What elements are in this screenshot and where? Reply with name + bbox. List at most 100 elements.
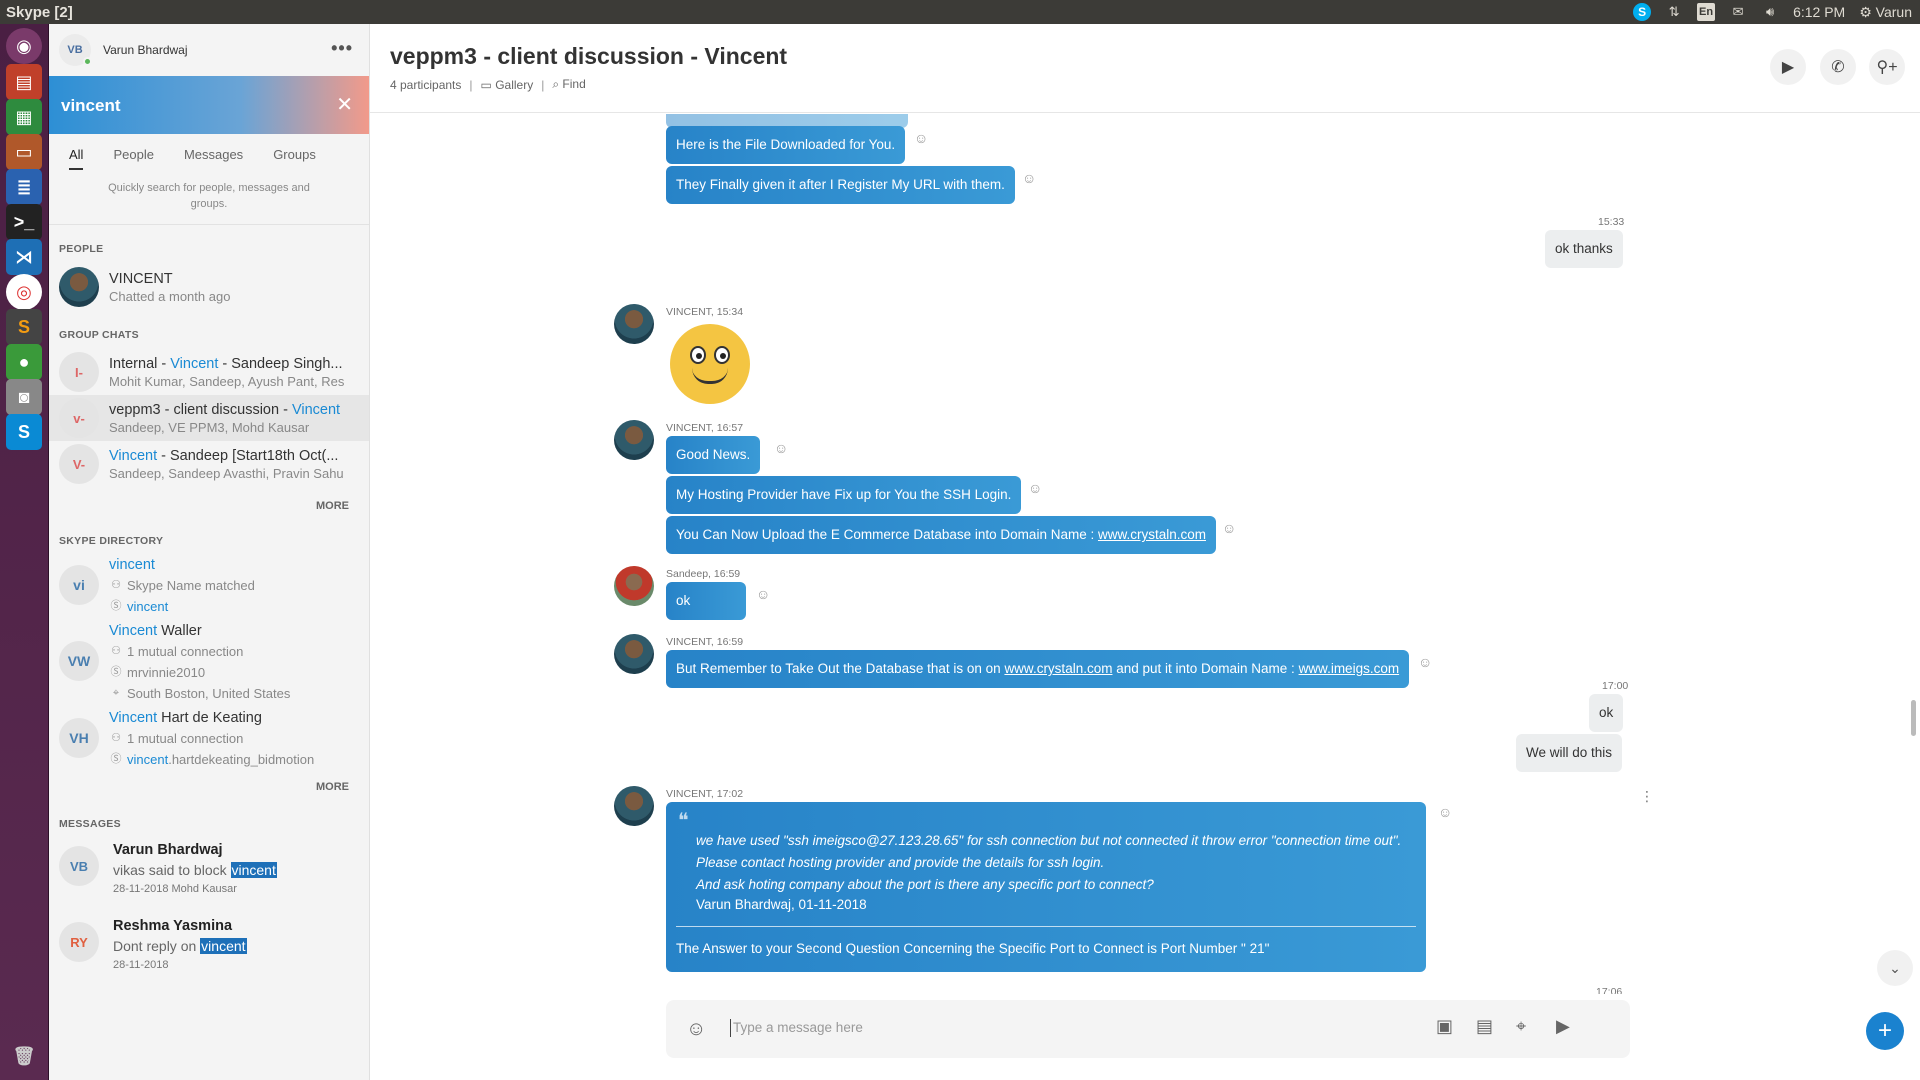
search-icon: ⌕ — [552, 77, 560, 91]
skype-tray-icon[interactable]: S — [1633, 3, 1652, 21]
message-bubble[interactable]: My Hosting Provider have Fix up for You … — [666, 476, 1022, 514]
message-bubble[interactable]: They Finally given it after I Register M… — [666, 166, 1015, 204]
divider: | — [469, 77, 473, 92]
people-icon: ⚇ — [111, 645, 121, 657]
search-filter-tabs: All People Messages Groups — [49, 134, 369, 174]
trash-icon[interactable]: 🗑︎ — [6, 1038, 42, 1074]
message-bubble-outgoing[interactable]: ok thanks — [1545, 230, 1623, 268]
skype-launcher-icon[interactable]: S — [6, 414, 42, 450]
audio-call-button[interactable]: ✆ — [1820, 49, 1856, 85]
avatar[interactable] — [614, 786, 654, 826]
search-input[interactable]: vincent — [61, 96, 121, 116]
message-bubble[interactable]: You Can Now Upload the E Commerce Databa… — [666, 516, 1216, 554]
tab-all[interactable]: All — [69, 147, 84, 170]
tab-groups[interactable]: Groups — [273, 147, 316, 162]
react-emoji-icon[interactable]: ☺ — [1438, 804, 1452, 820]
message-options-icon[interactable]: ⋮ — [1640, 788, 1654, 805]
network-icon[interactable]: ⇅ — [1665, 3, 1683, 21]
app-launcher: ◉ ▤ ▦ ▭ ≣ >_ ⋊ ◎ S ● ◙ S 🗑︎ — [0, 24, 49, 1080]
file-manager-icon[interactable]: ▭ — [6, 134, 42, 170]
message-link[interactable]: www.crystaln.com — [1004, 661, 1112, 676]
clock[interactable]: 6:12 PM — [1793, 4, 1845, 20]
avatar[interactable] — [614, 304, 654, 344]
react-emoji-icon[interactable]: ☺ — [914, 130, 928, 146]
message-bubble[interactable]: ok — [666, 582, 746, 620]
list-item[interactable]: VH Vincent Hart de Keating ⚇ 1 mutual con… — [49, 704, 369, 770]
chrome-icon[interactable]: ◎ — [6, 274, 42, 310]
more-directory-link[interactable]: MORE — [49, 774, 369, 800]
avatar[interactable] — [614, 634, 654, 674]
smiley-emoticon[interactable] — [670, 324, 750, 404]
list-item[interactable]: I- Internal - Vincent - Sandeep Singh...… — [49, 349, 369, 395]
divider — [676, 926, 1416, 927]
search-bar[interactable]: vincent ✕ — [49, 76, 369, 134]
detail-line: ⚇ Skype Name matched — [109, 575, 255, 596]
chevron-down-icon: ⌄ — [1889, 959, 1901, 976]
avatar[interactable] — [614, 420, 654, 460]
message-meta: 28-11-2018 — [113, 959, 169, 971]
files-app-icon[interactable]: ▤ — [6, 64, 42, 100]
find-link[interactable]: ⌕ Find — [552, 77, 585, 92]
sublime-text-icon[interactable]: S — [6, 309, 42, 345]
list-item[interactable]: V- Vincent - Sandeep [Start18th Oct(... … — [49, 441, 369, 487]
message-input[interactable]: Type a message here — [730, 1019, 863, 1037]
search-match: vincent — [109, 557, 155, 573]
volume-icon[interactable]: 🔊︎ — [1761, 3, 1779, 21]
quoted-message-bubble[interactable]: ❝ we have used "ssh imeigsco@27.123.28.6… — [666, 802, 1426, 972]
react-emoji-icon[interactable]: ☺ — [1022, 170, 1036, 186]
react-emoji-icon[interactable]: ☺ — [756, 586, 770, 602]
list-item[interactable]: VB Varun Bhardwaj vikas said to block vi… — [49, 830, 369, 906]
list-item[interactable]: VINCENT Chatted a month ago — [49, 263, 369, 311]
message-bubble-outgoing[interactable]: ok — [1589, 694, 1624, 732]
tab-people[interactable]: People — [113, 147, 153, 162]
message-bubble[interactable]: Good News. — [666, 436, 761, 474]
list-item[interactable]: vi vincent ⚇ Skype Name matched Ⓢvincent — [49, 551, 369, 617]
writer-app-icon[interactable]: ≣ — [6, 169, 42, 205]
message-snippet: vikas said to block vincent — [113, 860, 277, 880]
message-bubble[interactable]: Here is the File Downloaded for You. — [666, 126, 906, 164]
react-emoji-icon[interactable]: ☺ — [774, 440, 788, 456]
more-group-chats-link[interactable]: MORE — [49, 493, 369, 519]
list-item[interactable]: VW Vincent Waller ⚇ 1 mutual connection Ⓢ… — [49, 617, 369, 704]
message-composer[interactable]: ☺ Type a message here ▣ ▤ ⌖ ▶︎ — [666, 1000, 1630, 1058]
message-link[interactable]: www.imeigs.com — [1299, 661, 1400, 676]
list-item[interactable]: RY Reshma Yasmina Dont reply on vincent … — [49, 906, 369, 982]
participants-link[interactable]: 4 participants — [390, 78, 461, 92]
mail-icon[interactable]: ✉ — [1729, 3, 1747, 21]
close-search-icon[interactable]: ✕ — [336, 92, 353, 117]
scroll-to-bottom-button[interactable]: ⌄ — [1877, 950, 1913, 986]
emoji-picker-icon[interactable]: ☺ — [686, 1018, 706, 1041]
camera-app-icon[interactable]: ◙ — [6, 379, 42, 415]
video-call-button[interactable]: ▶︎ — [1770, 49, 1806, 85]
user-menu[interactable]: ⚙ Varun — [1859, 4, 1912, 21]
react-emoji-icon[interactable]: ☺ — [1028, 480, 1042, 496]
spreadsheet-app-icon[interactable]: ▦ — [6, 99, 42, 135]
send-location-icon[interactable]: ⌖ — [1516, 1016, 1526, 1037]
scrollbar[interactable] — [1911, 700, 1916, 736]
terminal-icon[interactable]: >_ — [6, 204, 42, 240]
android-studio-icon[interactable]: ● — [6, 344, 42, 380]
message-bubble-outgoing[interactable]: We will do this — [1516, 734, 1623, 772]
add-people-button[interactable]: ⚲+ — [1869, 49, 1905, 85]
react-emoji-icon[interactable]: ☺ — [1418, 654, 1432, 670]
page-title[interactable]: veppm3 - client discussion - Vincent — [390, 43, 787, 70]
send-file-icon[interactable]: ▣ — [1436, 1016, 1453, 1037]
avatar[interactable] — [614, 566, 654, 606]
send-contact-icon[interactable]: ▤ — [1476, 1016, 1493, 1037]
tab-messages[interactable]: Messages — [184, 147, 243, 162]
profile-name[interactable]: Varun Bhardwaj — [103, 43, 188, 57]
keyboard-layout-indicator[interactable]: En — [1697, 3, 1716, 21]
message-bubble[interactable]: But Remember to Take Out the Database th… — [666, 650, 1410, 688]
gallery-link[interactable]: ▭ Gallery — [481, 78, 534, 92]
vscode-icon[interactable]: ⋊ — [6, 239, 42, 275]
dash-home-icon[interactable]: ◉ — [6, 28, 42, 64]
profile-header[interactable]: VB Varun Bhardwaj ••• — [49, 24, 369, 76]
group-name: veppm3 - client discussion - Vincent — [109, 402, 354, 418]
react-emoji-icon[interactable]: ☺ — [1222, 520, 1236, 536]
more-options-icon[interactable]: ••• — [331, 38, 353, 59]
video-message-icon[interactable]: ▶︎ — [1556, 1016, 1570, 1037]
add-content-button[interactable]: + — [1866, 1012, 1904, 1050]
avatar[interactable]: VB — [59, 34, 92, 66]
message-link[interactable]: www.crystaln.com — [1098, 527, 1206, 542]
list-item[interactable]: v- veppm3 - client discussion - Vincent … — [49, 395, 369, 441]
